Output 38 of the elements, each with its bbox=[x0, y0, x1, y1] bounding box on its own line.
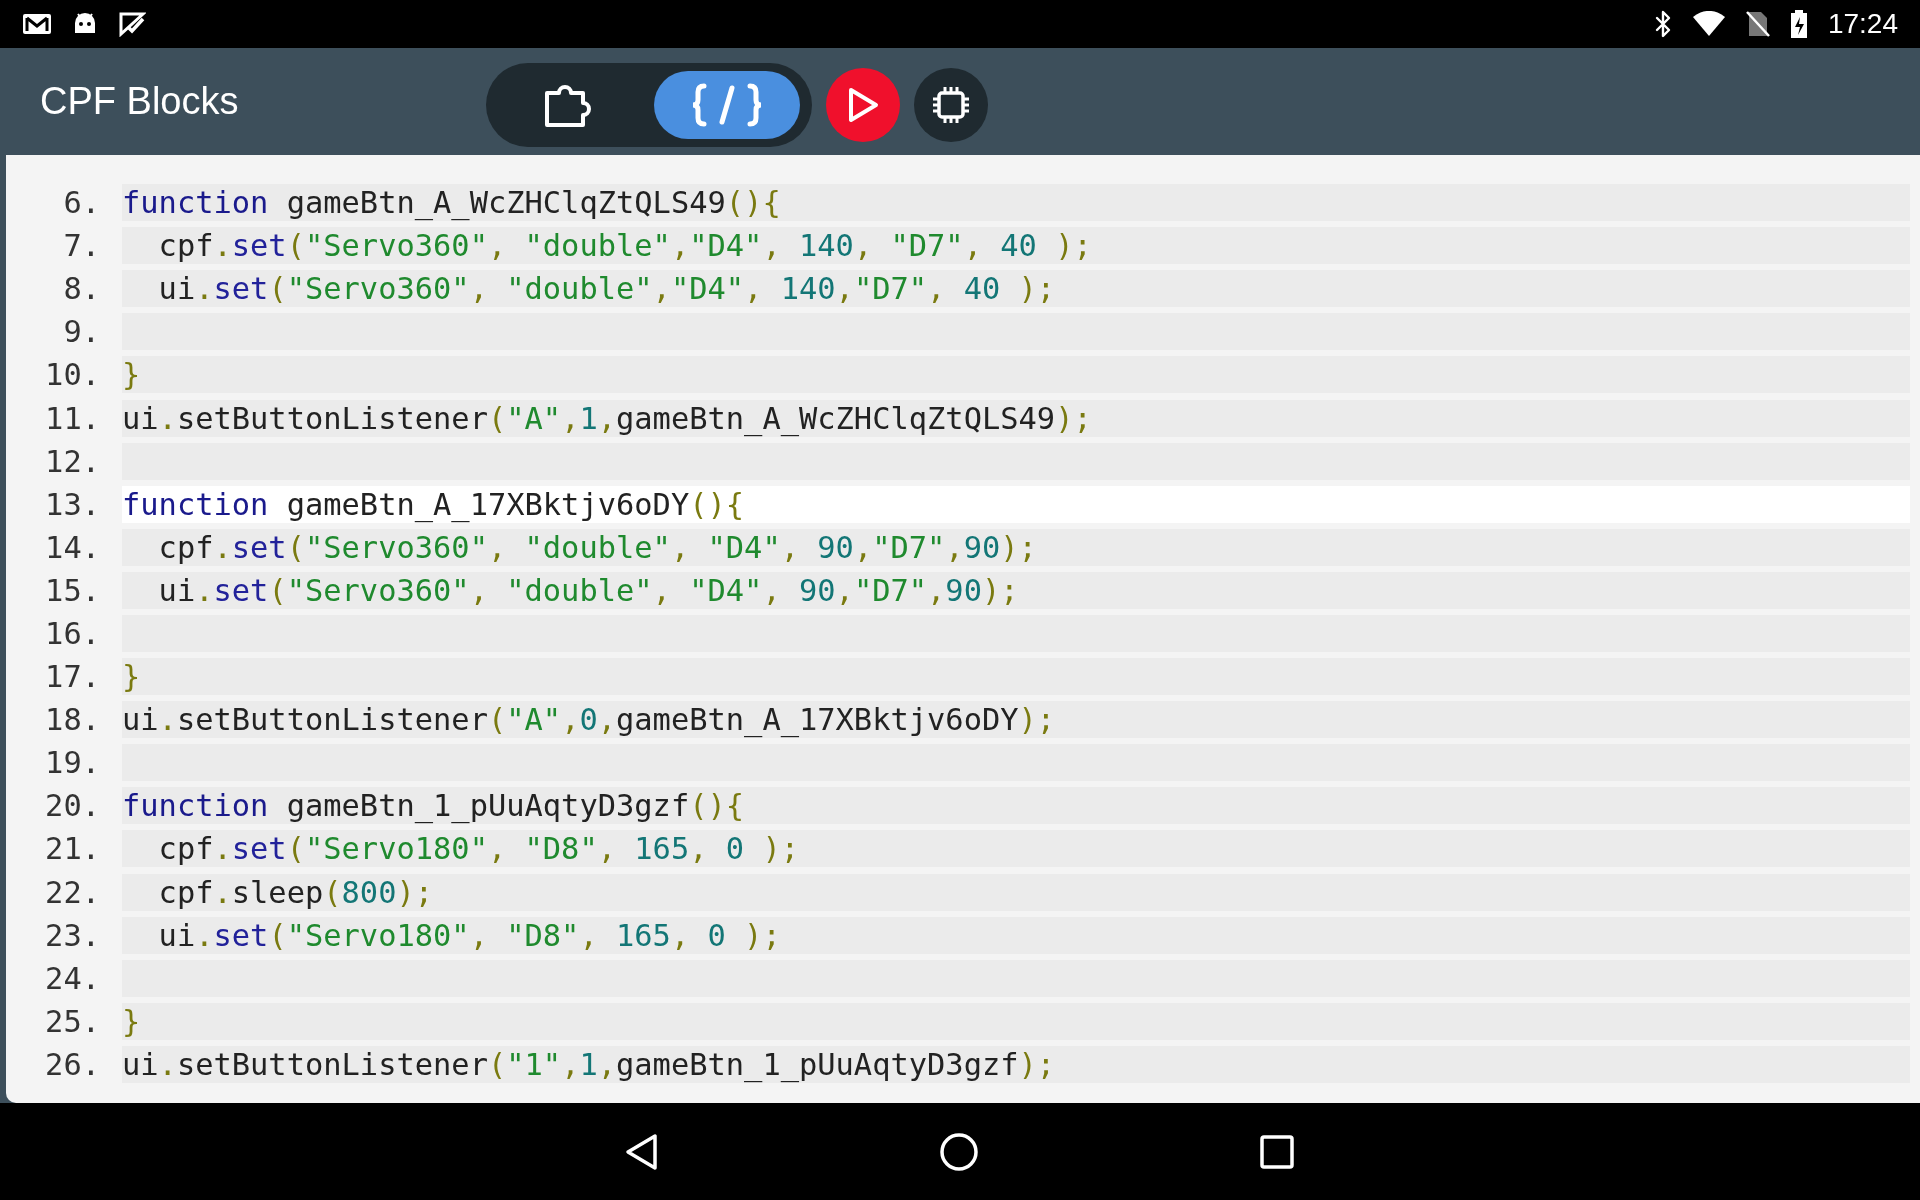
wifi-icon bbox=[1691, 11, 1726, 37]
code-view-tab[interactable] bbox=[654, 70, 800, 139]
line-number: 14. bbox=[44, 529, 101, 565]
line-number: 23. bbox=[44, 917, 101, 953]
line-number: 26. bbox=[44, 1046, 101, 1082]
line-number: 25. bbox=[44, 1003, 101, 1039]
recents-button[interactable] bbox=[1259, 1133, 1295, 1170]
line-number: 8. bbox=[62, 271, 101, 307]
home-circle-icon bbox=[939, 1131, 979, 1172]
line-number: 11. bbox=[44, 400, 101, 436]
line-number: 21. bbox=[44, 831, 101, 867]
code-icon bbox=[690, 81, 764, 128]
line-number: 6. bbox=[62, 185, 101, 221]
line-number: 7. bbox=[62, 228, 101, 264]
clock-time: 17:24 bbox=[1827, 8, 1898, 40]
mail-icon bbox=[22, 12, 52, 36]
home-button[interactable] bbox=[939, 1131, 979, 1172]
app-title: CPF Blocks bbox=[40, 80, 240, 123]
line-number: 24. bbox=[44, 960, 101, 996]
line-number: 20. bbox=[44, 788, 101, 824]
no-sim-icon bbox=[1745, 10, 1770, 38]
battery-charging-icon bbox=[1789, 9, 1808, 39]
back-button[interactable] bbox=[625, 1132, 659, 1171]
line-number: 13. bbox=[44, 486, 101, 522]
line-number: 17. bbox=[44, 659, 101, 695]
recents-square-icon bbox=[1259, 1133, 1295, 1170]
line-number: 19. bbox=[44, 745, 101, 781]
line-number: 12. bbox=[44, 443, 101, 479]
line-number: 22. bbox=[44, 874, 101, 910]
play-icon bbox=[847, 86, 879, 123]
back-triangle-icon bbox=[625, 1132, 659, 1171]
checklist-icon bbox=[118, 11, 146, 37]
line-number: 16. bbox=[44, 616, 101, 651]
line-number: 18. bbox=[44, 702, 101, 738]
line-number: 9. bbox=[62, 314, 101, 350]
bluetooth-icon bbox=[1653, 10, 1672, 38]
line-number: 10. bbox=[44, 357, 101, 393]
line-number: 15. bbox=[44, 572, 101, 608]
